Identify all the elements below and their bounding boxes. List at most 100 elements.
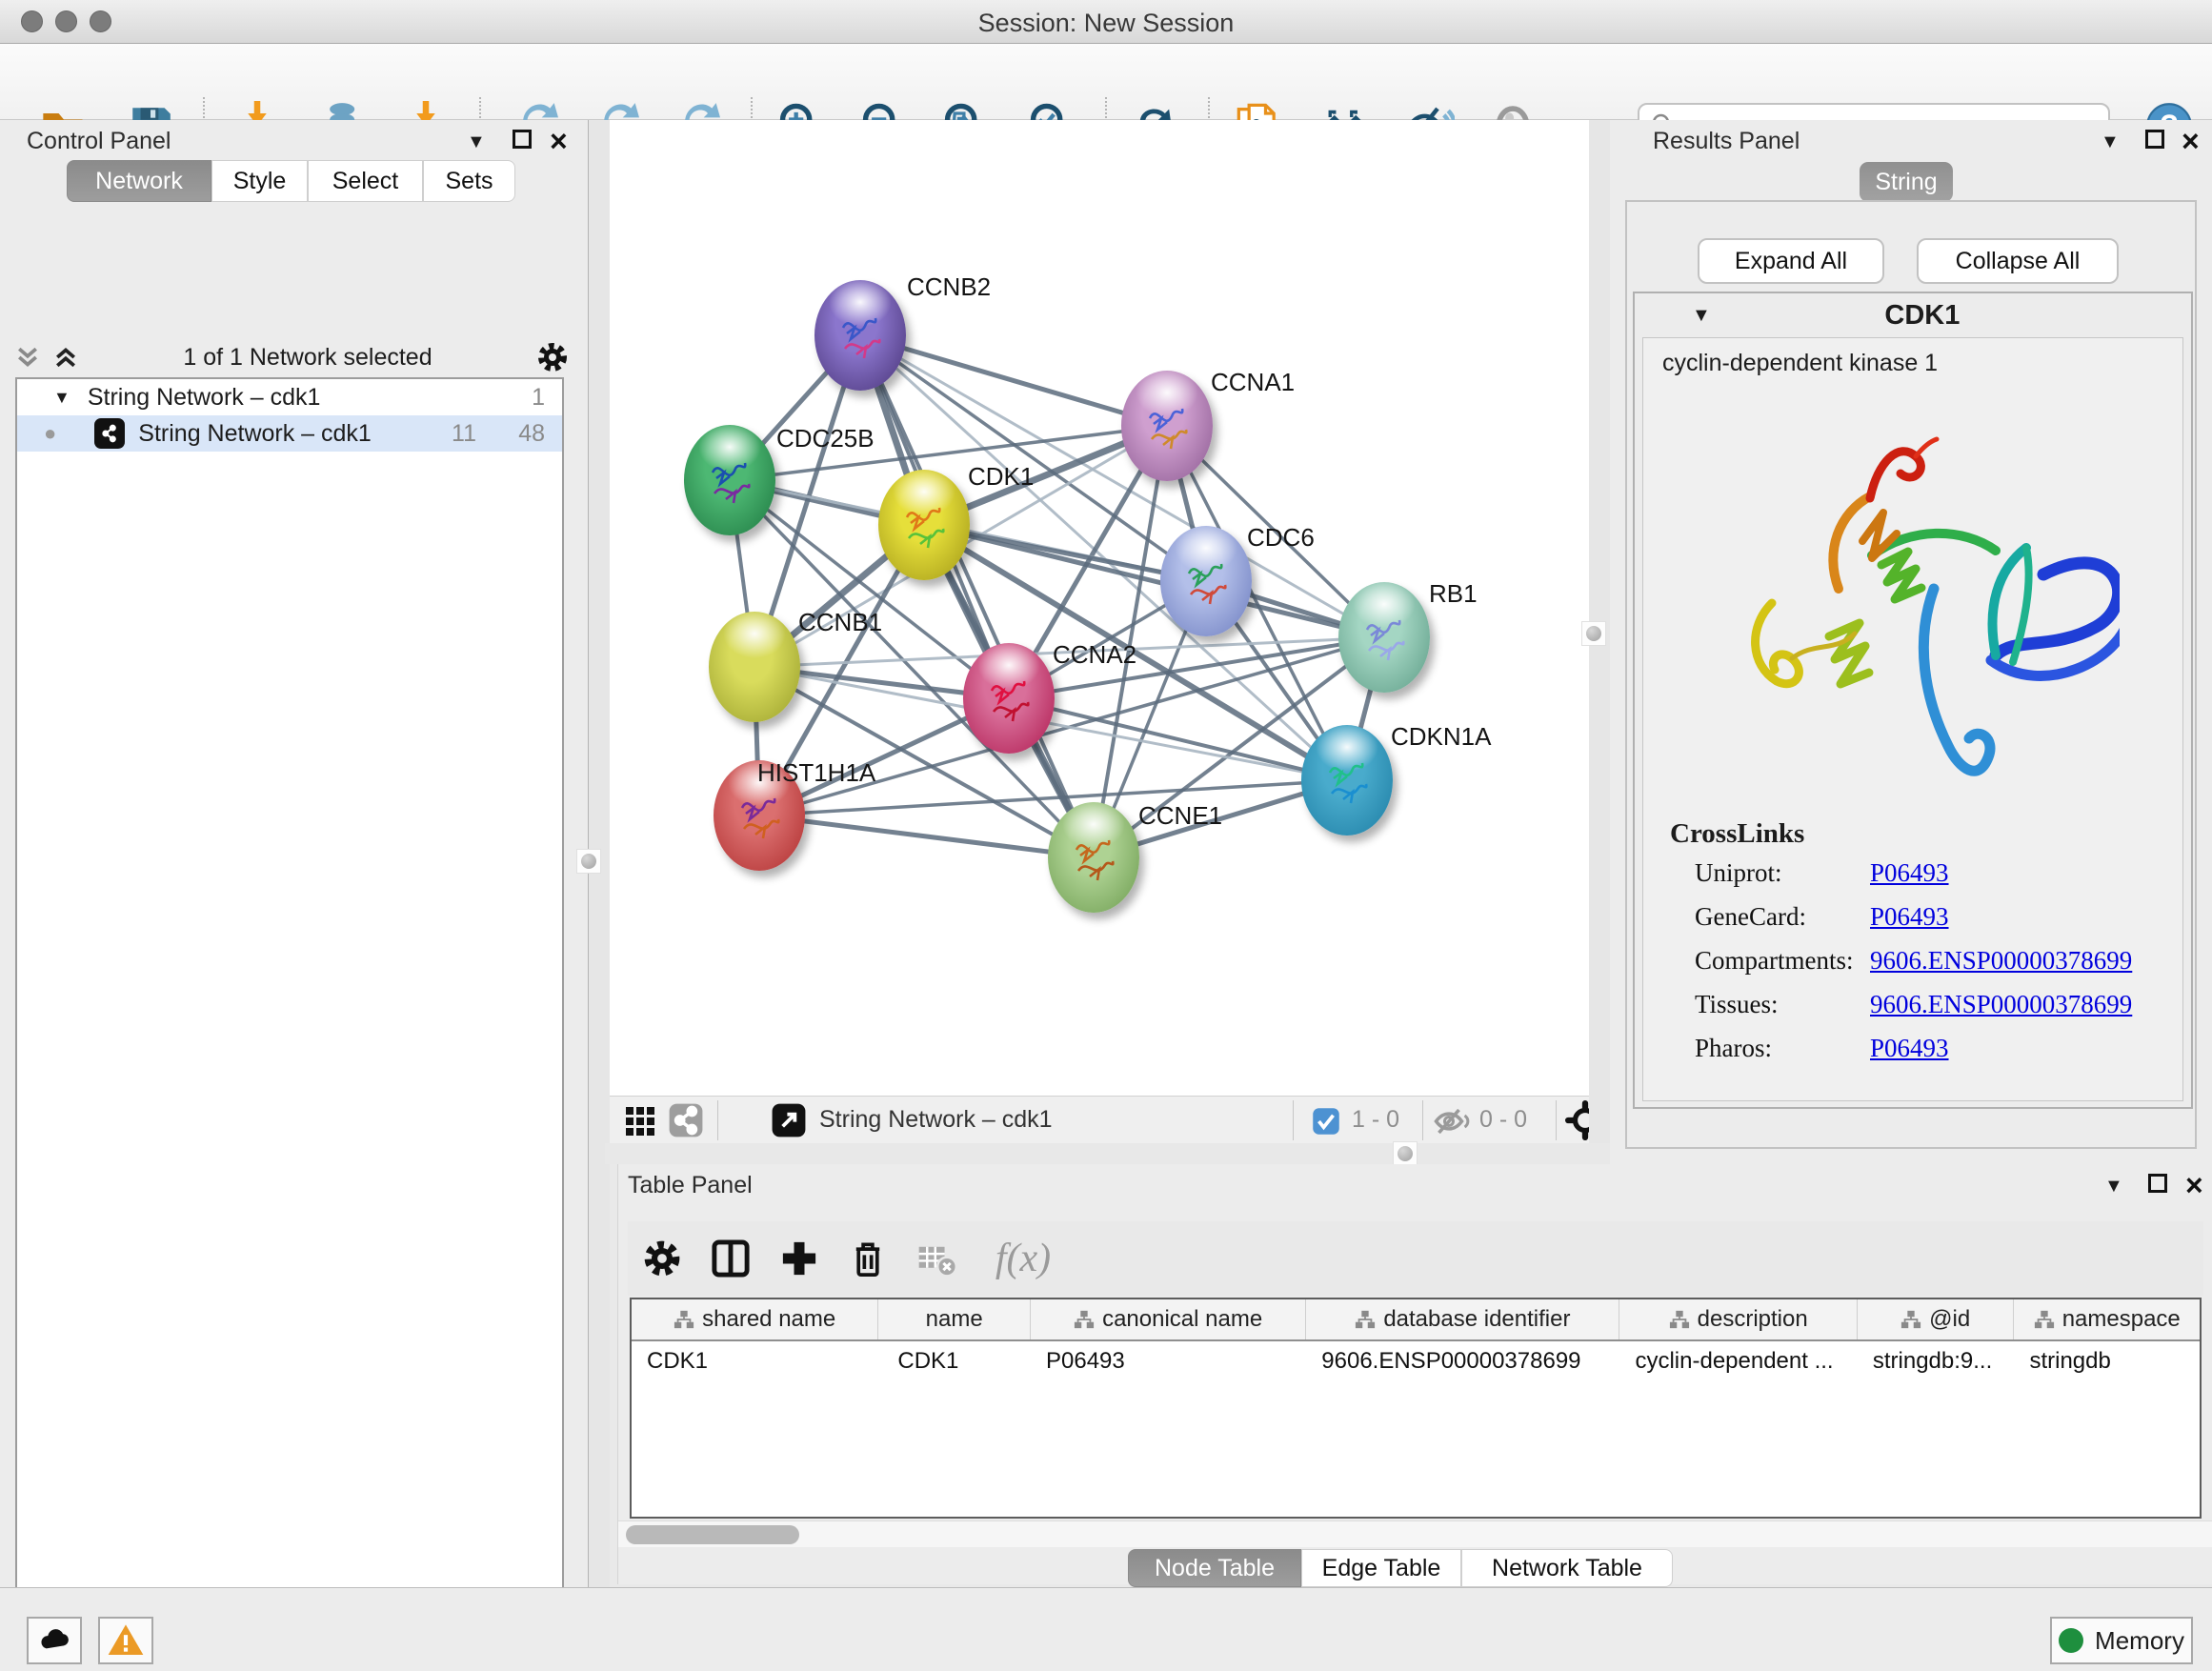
delete-column-button[interactable] bbox=[834, 1238, 902, 1279]
crosslink-label: Uniprot: bbox=[1695, 858, 1782, 888]
collapse-panel-icon[interactable]: ▼ bbox=[467, 131, 486, 153]
network-node-RB1[interactable] bbox=[1338, 582, 1430, 693]
network-name: String Network – cdk1 bbox=[138, 420, 372, 448]
node-label: CDC6 bbox=[1247, 523, 1315, 553]
float-panel-icon[interactable] bbox=[2145, 130, 2164, 149]
close-panel-icon[interactable]: × bbox=[2185, 1174, 2203, 1198]
float-panel-icon[interactable] bbox=[2148, 1174, 2167, 1193]
shared-column-icon bbox=[1355, 1309, 1376, 1330]
tab-select[interactable]: Select bbox=[308, 160, 423, 202]
network-node-CCNB1[interactable] bbox=[709, 612, 800, 722]
gene-panel-cdk1: ▼ CDK1 cyclin-dependent kinase 1 bbox=[1633, 292, 2193, 1109]
gear-icon[interactable] bbox=[535, 340, 570, 374]
main-toolbar: ? bbox=[0, 44, 2212, 120]
tab-network[interactable]: Network bbox=[67, 160, 211, 202]
tab-sets[interactable]: Sets bbox=[423, 160, 515, 202]
network-node-CCNE1[interactable] bbox=[1048, 802, 1139, 913]
collection-count: 1 bbox=[532, 384, 545, 412]
column-header-name[interactable]: name bbox=[878, 1299, 1031, 1339]
protein-thumbnail bbox=[832, 305, 889, 366]
network-collection-row[interactable]: ▼ String Network – cdk1 1 bbox=[17, 379, 562, 415]
network-view-canvas[interactable]: CCNB2CCNA1CDC25BCDK1CDC6RB1CCNB1CCNA2CDK… bbox=[605, 120, 1589, 1096]
uniprot-link[interactable]: P06493 bbox=[1870, 858, 1949, 888]
shared-column-icon bbox=[2034, 1309, 2055, 1330]
collection-expand-icon[interactable]: ▼ bbox=[53, 388, 70, 408]
column-header-id[interactable]: @id bbox=[1858, 1299, 2015, 1339]
protein-thumbnail bbox=[1177, 551, 1235, 612]
create-column-button[interactable] bbox=[765, 1238, 834, 1279]
string-network-icon bbox=[94, 418, 125, 449]
collapse-panel-icon[interactable]: ▼ bbox=[2104, 1176, 2123, 1198]
column-header-database-identifier[interactable]: database identifier bbox=[1306, 1299, 1619, 1339]
expand-all-button[interactable]: Expand All bbox=[1698, 238, 1884, 284]
network-row[interactable]: ● String Network – cdk1 11 48 bbox=[17, 415, 562, 452]
node-label: CCNE1 bbox=[1138, 801, 1222, 831]
network-node-CDC25B[interactable] bbox=[684, 425, 775, 535]
float-panel-icon[interactable] bbox=[513, 130, 532, 149]
network-node-CDKN1A[interactable] bbox=[1301, 725, 1393, 836]
network-node-CCNA2[interactable] bbox=[963, 643, 1055, 754]
column-header-description[interactable]: description bbox=[1619, 1299, 1857, 1339]
column-header-namespace[interactable]: namespace bbox=[2014, 1299, 2200, 1339]
cell-canonical-name: P06493 bbox=[1031, 1341, 1306, 1381]
network-node-CCNA1[interactable] bbox=[1121, 371, 1213, 481]
open-in-window-icon[interactable] bbox=[771, 1102, 807, 1138]
cloud-icon bbox=[35, 1621, 73, 1660]
column-header-shared-name[interactable]: shared name bbox=[632, 1299, 878, 1339]
tissues-link[interactable]: 9606.ENSP00000378699 bbox=[1870, 990, 2132, 1019]
network-edge[interactable] bbox=[924, 525, 1384, 637]
selected-checkbox-icon[interactable] bbox=[1312, 1107, 1340, 1136]
cell-database-identifier: 9606.ENSP00000378699 bbox=[1306, 1341, 1619, 1381]
gene-collapse-icon[interactable]: ▼ bbox=[1692, 305, 1711, 327]
node-label: CDK1 bbox=[968, 462, 1034, 492]
scrollbar-thumb[interactable] bbox=[626, 1525, 799, 1544]
warning-status-button[interactable] bbox=[98, 1617, 153, 1664]
cytoscape-window: Session: New Session bbox=[0, 0, 2212, 1671]
collapse-panel-icon[interactable]: ▼ bbox=[2101, 131, 2120, 153]
delete-table-icon bbox=[915, 1238, 957, 1279]
network-node-CDK1[interactable] bbox=[878, 470, 970, 580]
compartments-link[interactable]: 9606.ENSP00000378699 bbox=[1870, 946, 2132, 976]
node-table[interactable]: shared name name canonical name database… bbox=[630, 1298, 2202, 1519]
right-splitter-handle[interactable] bbox=[1581, 621, 1606, 646]
tab-node-table[interactable]: Node Table bbox=[1128, 1549, 1301, 1587]
birdseye-grid-icon[interactable] bbox=[624, 1103, 658, 1137]
left-splitter-handle[interactable] bbox=[576, 849, 601, 874]
network-node-CCNB2[interactable] bbox=[814, 280, 906, 391]
hidden-eye-icon[interactable] bbox=[1432, 1104, 1472, 1138]
tab-edge-table[interactable]: Edge Table bbox=[1301, 1549, 1461, 1587]
table-horizontal-scrollbar[interactable] bbox=[618, 1520, 2212, 1547]
tab-string[interactable]: String bbox=[1860, 162, 1953, 202]
table-row[interactable]: CDK1 CDK1 P06493 9606.ENSP00000378699 cy… bbox=[632, 1341, 2200, 1381]
column-header-canonical-name[interactable]: canonical name bbox=[1031, 1299, 1306, 1339]
network-edge[interactable] bbox=[860, 335, 1094, 857]
viewbar-separator bbox=[1293, 1100, 1294, 1140]
tab-network-table[interactable]: Network Table bbox=[1461, 1549, 1673, 1587]
delete-table-button bbox=[902, 1238, 971, 1279]
tab-style[interactable]: Style bbox=[211, 160, 308, 202]
network-edge[interactable] bbox=[860, 335, 1167, 426]
columns-icon bbox=[710, 1238, 752, 1279]
expand-all-icon[interactable] bbox=[51, 343, 80, 372]
close-panel-icon[interactable]: × bbox=[550, 130, 568, 154]
table-panel-title: Table Panel bbox=[628, 1172, 753, 1199]
memory-status-button[interactable]: Memory bbox=[2050, 1617, 2193, 1664]
memory-label: Memory bbox=[2095, 1626, 2184, 1656]
results-panel-title: Results Panel bbox=[1653, 128, 1800, 155]
share-gray-icon[interactable] bbox=[668, 1102, 704, 1138]
bottom-splitter-handle[interactable] bbox=[1393, 1141, 1418, 1166]
node-label: CCNA2 bbox=[1053, 640, 1136, 670]
cloud-status-button[interactable] bbox=[27, 1617, 82, 1664]
trash-icon bbox=[847, 1238, 889, 1279]
collapse-all-button[interactable]: Collapse All bbox=[1917, 238, 2119, 284]
warning-icon bbox=[107, 1621, 145, 1660]
network-node-CDC6[interactable] bbox=[1160, 526, 1252, 636]
genecard-link[interactable]: P06493 bbox=[1870, 902, 1949, 932]
node-label: HIST1H1A bbox=[757, 758, 875, 788]
close-panel-icon[interactable]: × bbox=[2182, 130, 2200, 154]
network-edge[interactable] bbox=[759, 815, 1094, 857]
collapse-all-icon[interactable] bbox=[13, 343, 42, 372]
table-settings-button[interactable] bbox=[628, 1238, 696, 1279]
show-columns-button[interactable] bbox=[696, 1238, 765, 1279]
pharos-link[interactable]: P06493 bbox=[1870, 1034, 1949, 1063]
